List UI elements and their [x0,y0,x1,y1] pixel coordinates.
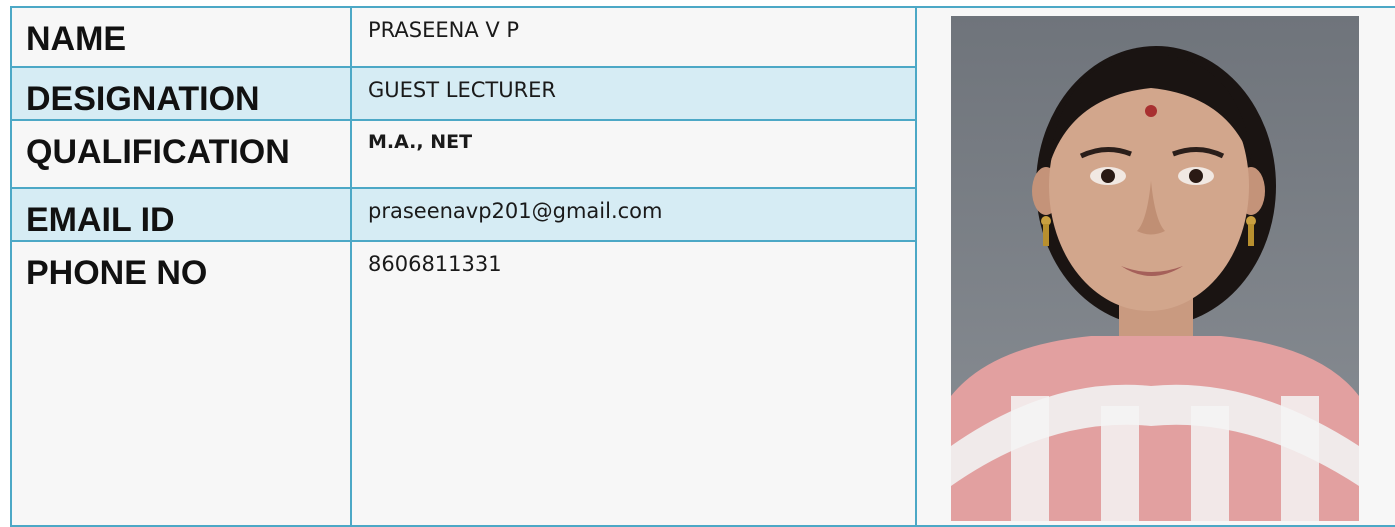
qualification-label: QUALIFICATION [10,119,352,189]
portrait-photo [951,16,1359,521]
qualification-value: M.A., NET [350,119,917,189]
portrait-illustration [951,16,1359,521]
designation-label: DESIGNATION [10,66,352,121]
name-label: NAME [10,6,352,68]
email-value: praseenavp201@gmail.com [350,187,917,242]
phone-label: PHONE NO [10,240,352,527]
designation-value: GUEST LECTURER [350,66,917,121]
email-label: EMAIL ID [10,187,352,242]
photo-cell [915,6,1395,527]
profile-sheet: NAME PRASEENA V P DESIGNATION GUEST LECT… [0,0,1395,527]
profile-table: NAME PRASEENA V P DESIGNATION GUEST LECT… [10,6,1395,527]
name-value: PRASEENA V P [350,6,917,68]
row-name: NAME PRASEENA V P [10,6,1395,527]
phone-value: 8606811331 [350,240,917,527]
